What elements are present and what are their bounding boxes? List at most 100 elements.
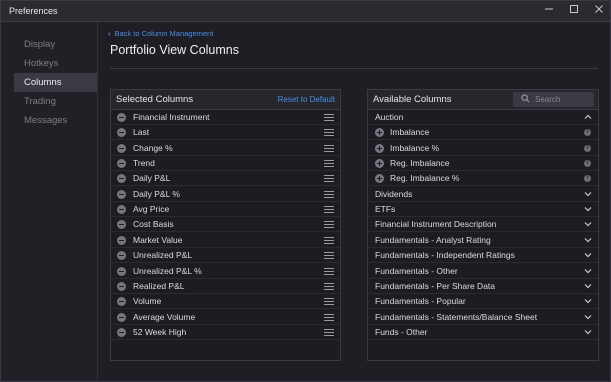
remove-icon[interactable] bbox=[117, 143, 126, 153]
maximize-icon[interactable] bbox=[567, 4, 581, 18]
remove-icon[interactable] bbox=[117, 113, 126, 122]
group-label: Fundamentals - Statements/Balance Sheet bbox=[375, 311, 538, 322]
drag-handle-icon[interactable] bbox=[324, 144, 334, 152]
available-group-row[interactable]: ETFs bbox=[368, 202, 598, 218]
remove-icon[interactable] bbox=[117, 174, 126, 184]
remove-icon[interactable] bbox=[117, 205, 126, 215]
sidebar-item-display[interactable]: Display bbox=[14, 35, 97, 54]
add-icon[interactable] bbox=[375, 143, 384, 153]
selected-columns-title: Selected Columns bbox=[116, 94, 194, 105]
remove-icon[interactable] bbox=[117, 220, 126, 230]
column-label: Avg Price bbox=[133, 204, 170, 215]
available-columns-header: Available Columns bbox=[368, 90, 598, 110]
chevron-up-icon[interactable] bbox=[584, 113, 592, 121]
add-icon[interactable] bbox=[375, 159, 384, 169]
available-group-row[interactable]: Fundamentals - Popular bbox=[368, 294, 598, 310]
available-group-row[interactable]: Dividends bbox=[368, 187, 598, 202]
drag-handle-icon[interactable] bbox=[324, 328, 334, 336]
chevron-down-icon[interactable] bbox=[584, 297, 592, 305]
remove-icon[interactable] bbox=[117, 251, 126, 261]
info-icon[interactable]: i bbox=[584, 160, 591, 168]
chevron-down-icon[interactable] bbox=[584, 328, 592, 336]
info-icon[interactable]: i bbox=[584, 129, 591, 137]
group-label: Funds - Other bbox=[375, 326, 428, 337]
sidebar: Display Hotkeys Columns Trading Messages bbox=[1, 22, 98, 381]
column-label: Change % bbox=[133, 142, 173, 153]
chevron-down-icon[interactable] bbox=[584, 220, 592, 228]
sidebar-item-columns[interactable]: Columns bbox=[14, 73, 97, 92]
available-group-row[interactable]: Fundamentals - Per Share Data bbox=[368, 279, 598, 294]
drag-handle-icon[interactable] bbox=[324, 298, 334, 306]
remove-icon[interactable] bbox=[117, 297, 126, 307]
drag-handle-icon[interactable] bbox=[324, 129, 334, 137]
info-icon[interactable]: i bbox=[584, 175, 591, 183]
available-column-row: Imbalance i bbox=[368, 125, 598, 141]
selected-column-row: Unrealized P&L bbox=[111, 248, 340, 264]
group-label: Fundamentals - Analyst Rating bbox=[375, 234, 491, 245]
group-label: Fundamentals - Other bbox=[375, 265, 458, 276]
reset-to-default-button[interactable]: Reset to Default bbox=[278, 95, 335, 104]
available-group-row[interactable]: Auction bbox=[368, 110, 598, 125]
drag-handle-icon[interactable] bbox=[324, 190, 334, 198]
search-input[interactable] bbox=[535, 93, 590, 106]
title-bar: Preferences bbox=[1, 1, 610, 22]
remove-icon[interactable] bbox=[117, 312, 126, 322]
remove-icon[interactable] bbox=[117, 159, 126, 169]
selected-column-row: Market Value bbox=[111, 233, 340, 248]
chevron-down-icon[interactable] bbox=[584, 313, 592, 321]
add-icon[interactable] bbox=[375, 128, 384, 138]
close-icon[interactable] bbox=[592, 4, 606, 18]
group-label: Fundamentals - Per Share Data bbox=[375, 280, 496, 291]
available-group-row[interactable]: Fundamentals - Independent Ratings bbox=[368, 248, 598, 264]
remove-icon[interactable] bbox=[117, 281, 126, 291]
drag-handle-icon[interactable] bbox=[324, 267, 334, 275]
minimize-icon[interactable] bbox=[542, 4, 556, 18]
drag-handle-icon[interactable] bbox=[324, 160, 334, 168]
chevron-down-icon[interactable] bbox=[584, 282, 592, 290]
sidebar-item-hotkeys[interactable]: Hotkeys bbox=[14, 54, 97, 73]
drag-handle-icon[interactable] bbox=[324, 252, 334, 260]
available-column-row: Reg. Imbalance i bbox=[368, 156, 598, 172]
sidebar-item-trading[interactable]: Trading bbox=[14, 92, 97, 111]
chevron-down-icon[interactable] bbox=[584, 267, 592, 275]
drag-handle-icon[interactable] bbox=[324, 236, 334, 244]
chevron-left-icon: ‹ bbox=[108, 29, 111, 38]
available-columns-panel: Available Columns AuctionImbalanceiImbal… bbox=[367, 89, 599, 361]
chevron-down-icon[interactable] bbox=[584, 205, 592, 213]
column-label: Daily P&L bbox=[133, 173, 171, 184]
selected-column-row: Unrealized P&L % bbox=[111, 264, 340, 279]
chevron-down-icon[interactable] bbox=[584, 236, 592, 244]
column-label: Imbalance bbox=[390, 127, 430, 138]
info-icon[interactable]: i bbox=[584, 144, 591, 152]
remove-icon[interactable] bbox=[117, 266, 126, 276]
column-label: 52 Week High bbox=[133, 326, 187, 337]
available-group-row[interactable]: Fundamentals - Statements/Balance Sheet bbox=[368, 310, 598, 325]
remove-icon[interactable] bbox=[117, 327, 126, 337]
drag-handle-icon[interactable] bbox=[324, 282, 334, 290]
back-link[interactable]: ‹ Back to Column Management bbox=[108, 29, 213, 38]
sidebar-item-messages[interactable]: Messages bbox=[14, 111, 97, 130]
add-icon[interactable] bbox=[375, 174, 384, 184]
chevron-down-icon[interactable] bbox=[584, 251, 592, 259]
chevron-down-icon[interactable] bbox=[584, 190, 592, 198]
back-link-label: Back to Column Management bbox=[114, 29, 214, 38]
column-label: Unrealized P&L % bbox=[133, 265, 202, 276]
search-box[interactable] bbox=[513, 92, 594, 107]
available-group-row[interactable]: Fundamentals - Other bbox=[368, 264, 598, 279]
divider bbox=[110, 68, 598, 69]
drag-handle-icon[interactable] bbox=[324, 175, 334, 183]
remove-icon[interactable] bbox=[117, 128, 126, 138]
group-label: Auction bbox=[375, 112, 404, 122]
drag-handle-icon[interactable] bbox=[324, 221, 334, 229]
drag-handle-icon[interactable] bbox=[324, 206, 334, 214]
remove-icon[interactable] bbox=[117, 235, 126, 245]
drag-handle-icon[interactable] bbox=[324, 313, 334, 321]
group-label: Fundamentals - Popular bbox=[375, 296, 466, 307]
available-group-row[interactable]: Funds - Other bbox=[368, 325, 598, 340]
main-content: ‹ Back to Column Management Portfolio Vie… bbox=[98, 22, 610, 381]
available-columns-title: Available Columns bbox=[373, 94, 452, 105]
drag-handle-icon[interactable] bbox=[324, 114, 334, 121]
available-group-row[interactable]: Fundamentals - Analyst Rating bbox=[368, 233, 598, 248]
available-group-row[interactable]: Financial Instrument Description bbox=[368, 217, 598, 233]
remove-icon[interactable] bbox=[117, 189, 126, 199]
